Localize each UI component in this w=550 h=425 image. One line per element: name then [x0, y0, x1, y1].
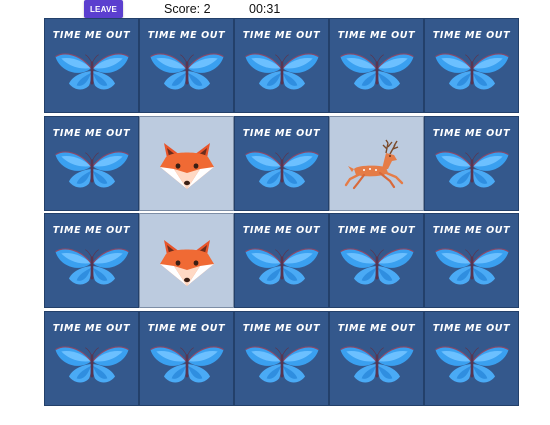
card-face-down[interactable]: TIME ME OUT	[424, 310, 519, 406]
card-face-down[interactable]: TIME ME OUT	[329, 213, 424, 308]
card-back-title: TIME ME OUT	[52, 225, 131, 236]
card-face-down[interactable]: TIME ME OUT	[234, 213, 329, 308]
card-back-title: TIME ME OUT	[432, 225, 511, 236]
timer-display: 00:31	[249, 2, 281, 16]
card-face-down[interactable]: TIME ME OUT	[139, 310, 234, 406]
card-face-down[interactable]: TIME ME OUT	[424, 115, 519, 211]
card-back-title: TIME ME OUT	[432, 322, 511, 334]
card-back-title: TIME ME OUT	[242, 127, 321, 139]
card-face-down[interactable]: TIME ME OUT	[424, 213, 519, 308]
card-back-title: TIME ME OUT	[242, 225, 321, 236]
card-back-title: TIME ME OUT	[147, 30, 226, 41]
card-back-title: TIME ME OUT	[242, 30, 321, 41]
card-back-title: TIME ME OUT	[52, 322, 131, 334]
card-back-title: TIME ME OUT	[337, 322, 416, 334]
card-face-down[interactable]: TIME ME OUT	[44, 18, 139, 113]
card-face-up-fox[interactable]	[139, 115, 234, 211]
card-back-title: TIME ME OUT	[432, 30, 511, 41]
card-back-title: TIME ME OUT	[337, 225, 416, 236]
card-back-title: TIME ME OUT	[432, 127, 511, 139]
card-face-down[interactable]: TIME ME OUT	[424, 18, 519, 113]
card-face-down[interactable]: TIME ME OUT	[234, 310, 329, 406]
card-face-down[interactable]: TIME ME OUT	[44, 310, 139, 406]
card-face-down[interactable]: TIME ME OUT	[44, 213, 139, 308]
leave-button[interactable]: LEAVE	[84, 0, 123, 18]
score-display: Score: 2	[164, 2, 211, 16]
card-face-up-deer[interactable]	[329, 115, 424, 211]
card-face-down[interactable]: TIME ME OUT	[234, 115, 329, 211]
card-back-title: TIME ME OUT	[242, 322, 321, 334]
card-face-down[interactable]: TIME ME OUT	[329, 310, 424, 406]
card-face-up-fox[interactable]	[139, 213, 234, 308]
card-face-down[interactable]: TIME ME OUT	[234, 18, 329, 113]
card-back-title: TIME ME OUT	[337, 30, 416, 41]
card-face-down[interactable]: TIME ME OUT	[139, 18, 234, 113]
top-bar: LEAVE Score: 2 00:31	[0, 0, 550, 18]
card-face-down[interactable]: TIME ME OUT	[44, 115, 139, 211]
card-face-down[interactable]: TIME ME OUT	[329, 18, 424, 113]
card-back-title: TIME ME OUT	[52, 127, 131, 139]
card-back-title: TIME ME OUT	[52, 30, 131, 41]
memory-game-board: TIME ME OUT TIME ME OUT TIME ME OUT TIME ME…	[44, 18, 519, 406]
card-back-title: TIME ME OUT	[147, 322, 226, 334]
